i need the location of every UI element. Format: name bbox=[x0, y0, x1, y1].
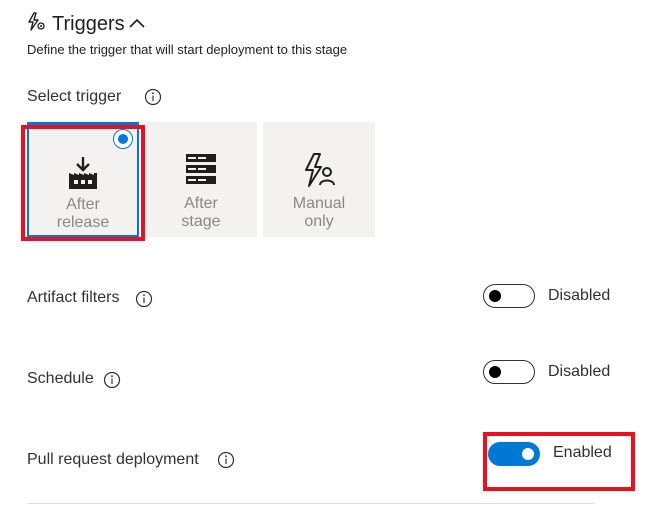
trigger-option-label: After stage bbox=[181, 195, 221, 230]
info-icon[interactable] bbox=[217, 451, 235, 469]
chevron-up-icon[interactable] bbox=[128, 15, 146, 33]
schedule-toggle[interactable] bbox=[483, 360, 535, 384]
lightning-person-icon bbox=[305, 153, 335, 187]
artifact-filters-label: Artifact filters bbox=[27, 289, 120, 306]
bottom-divider bbox=[27, 503, 595, 504]
schedule-status: Disabled bbox=[548, 363, 611, 380]
artifact-filters-toggle[interactable] bbox=[483, 284, 535, 308]
artifact-filters-status: Disabled bbox=[548, 287, 611, 304]
toggle-knob bbox=[489, 290, 501, 302]
highlight-box bbox=[21, 125, 145, 241]
server-stack-icon bbox=[186, 154, 216, 184]
highlight-box bbox=[483, 432, 635, 491]
select-trigger-label: Select trigger bbox=[27, 88, 122, 105]
pull-request-deployment-label: Pull request deployment bbox=[27, 451, 199, 468]
trigger-option-after-stage[interactable]: After stage bbox=[145, 122, 257, 237]
trigger-lightning-gear-icon bbox=[28, 12, 45, 31]
trigger-option-manual-only[interactable]: Manual only bbox=[263, 122, 375, 237]
info-icon[interactable] bbox=[103, 371, 121, 389]
schedule-label: Schedule bbox=[27, 370, 94, 387]
trigger-option-label: Manual only bbox=[292, 195, 346, 230]
section-title: Triggers bbox=[52, 13, 125, 35]
toggle-knob bbox=[489, 366, 501, 378]
info-icon[interactable] bbox=[144, 88, 162, 106]
section-description: Define the trigger that will start deplo… bbox=[27, 42, 348, 57]
info-icon[interactable] bbox=[135, 290, 153, 308]
